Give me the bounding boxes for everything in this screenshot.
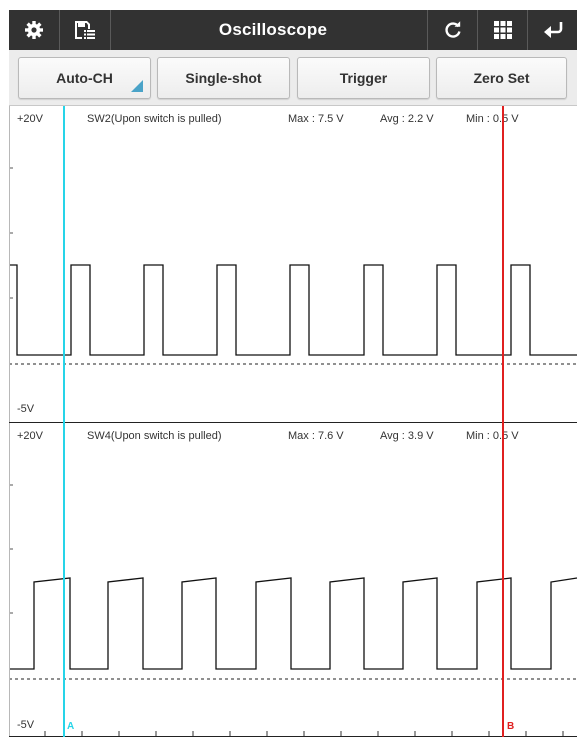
single-shot-label: Single-shot <box>185 70 262 86</box>
cursor-a-label: A <box>67 721 75 732</box>
channel-name: SW4(Upon switch is pulled) <box>87 430 222 442</box>
channel-divider <box>9 422 577 423</box>
max-readout: Max : 7.6 V <box>288 430 344 442</box>
avg-readout: Avg : 2.2 V <box>380 113 434 125</box>
cursor-b[interactable] <box>502 106 504 737</box>
scale-bottom-label: -5V <box>17 719 35 731</box>
grid-button[interactable] <box>478 10 527 50</box>
refresh-button[interactable] <box>428 10 477 50</box>
cursor-b-label: B <box>507 721 515 732</box>
title-bar: Oscilloscope <box>9 10 577 50</box>
scope-channel-2[interactable]: +20V SW4(Upon switch is pulled) Max : 7.… <box>9 423 578 736</box>
plot-bottom-axis <box>9 736 577 737</box>
max-readout: Max : 7.5 V <box>288 113 344 125</box>
waveform-trace-sw2 <box>9 264 577 356</box>
save-button[interactable] <box>60 10 110 50</box>
zero-set-label: Zero Set <box>473 70 530 86</box>
single-shot-button[interactable]: Single-shot <box>157 57 290 99</box>
min-readout: Min : 0.5 V <box>466 430 519 442</box>
waveform-plot-2 <box>9 484 578 736</box>
channel-name: SW2(Upon switch is pulled) <box>87 113 222 125</box>
trigger-button[interactable]: Trigger <box>297 57 430 99</box>
auto-ch-label: Auto-CH <box>56 70 113 86</box>
back-arrow-icon <box>542 20 564 40</box>
scale-top-label: +20V <box>17 113 43 125</box>
settings-button[interactable] <box>9 10 59 50</box>
cursor-a[interactable] <box>63 106 65 737</box>
refresh-icon <box>443 20 463 40</box>
waveform-plot-1 <box>9 167 577 365</box>
scale-top-label: +20V <box>17 430 43 442</box>
dropdown-corner-icon <box>131 80 143 92</box>
zero-set-button[interactable]: Zero Set <box>436 57 567 99</box>
auto-ch-button[interactable]: Auto-CH <box>18 57 151 99</box>
scope-channel-1[interactable]: +20V SW2(Upon switch is pulled) Max : 7.… <box>9 106 577 422</box>
min-readout: Min : 0.5 V <box>466 113 519 125</box>
avg-readout: Avg : 3.9 V <box>380 430 434 442</box>
save-list-icon <box>73 19 97 41</box>
grid-icon <box>493 21 512 39</box>
app-title: Oscilloscope <box>218 20 328 39</box>
scale-bottom-label: -5V <box>17 403 35 415</box>
separator <box>110 10 111 50</box>
gear-icon <box>24 20 44 40</box>
waveform-trace-sw4 <box>9 577 578 670</box>
back-button[interactable] <box>528 10 577 50</box>
toolbar: Auto-CH Single-shot Trigger Zero Set <box>9 50 577 106</box>
trigger-label: Trigger <box>339 70 388 86</box>
